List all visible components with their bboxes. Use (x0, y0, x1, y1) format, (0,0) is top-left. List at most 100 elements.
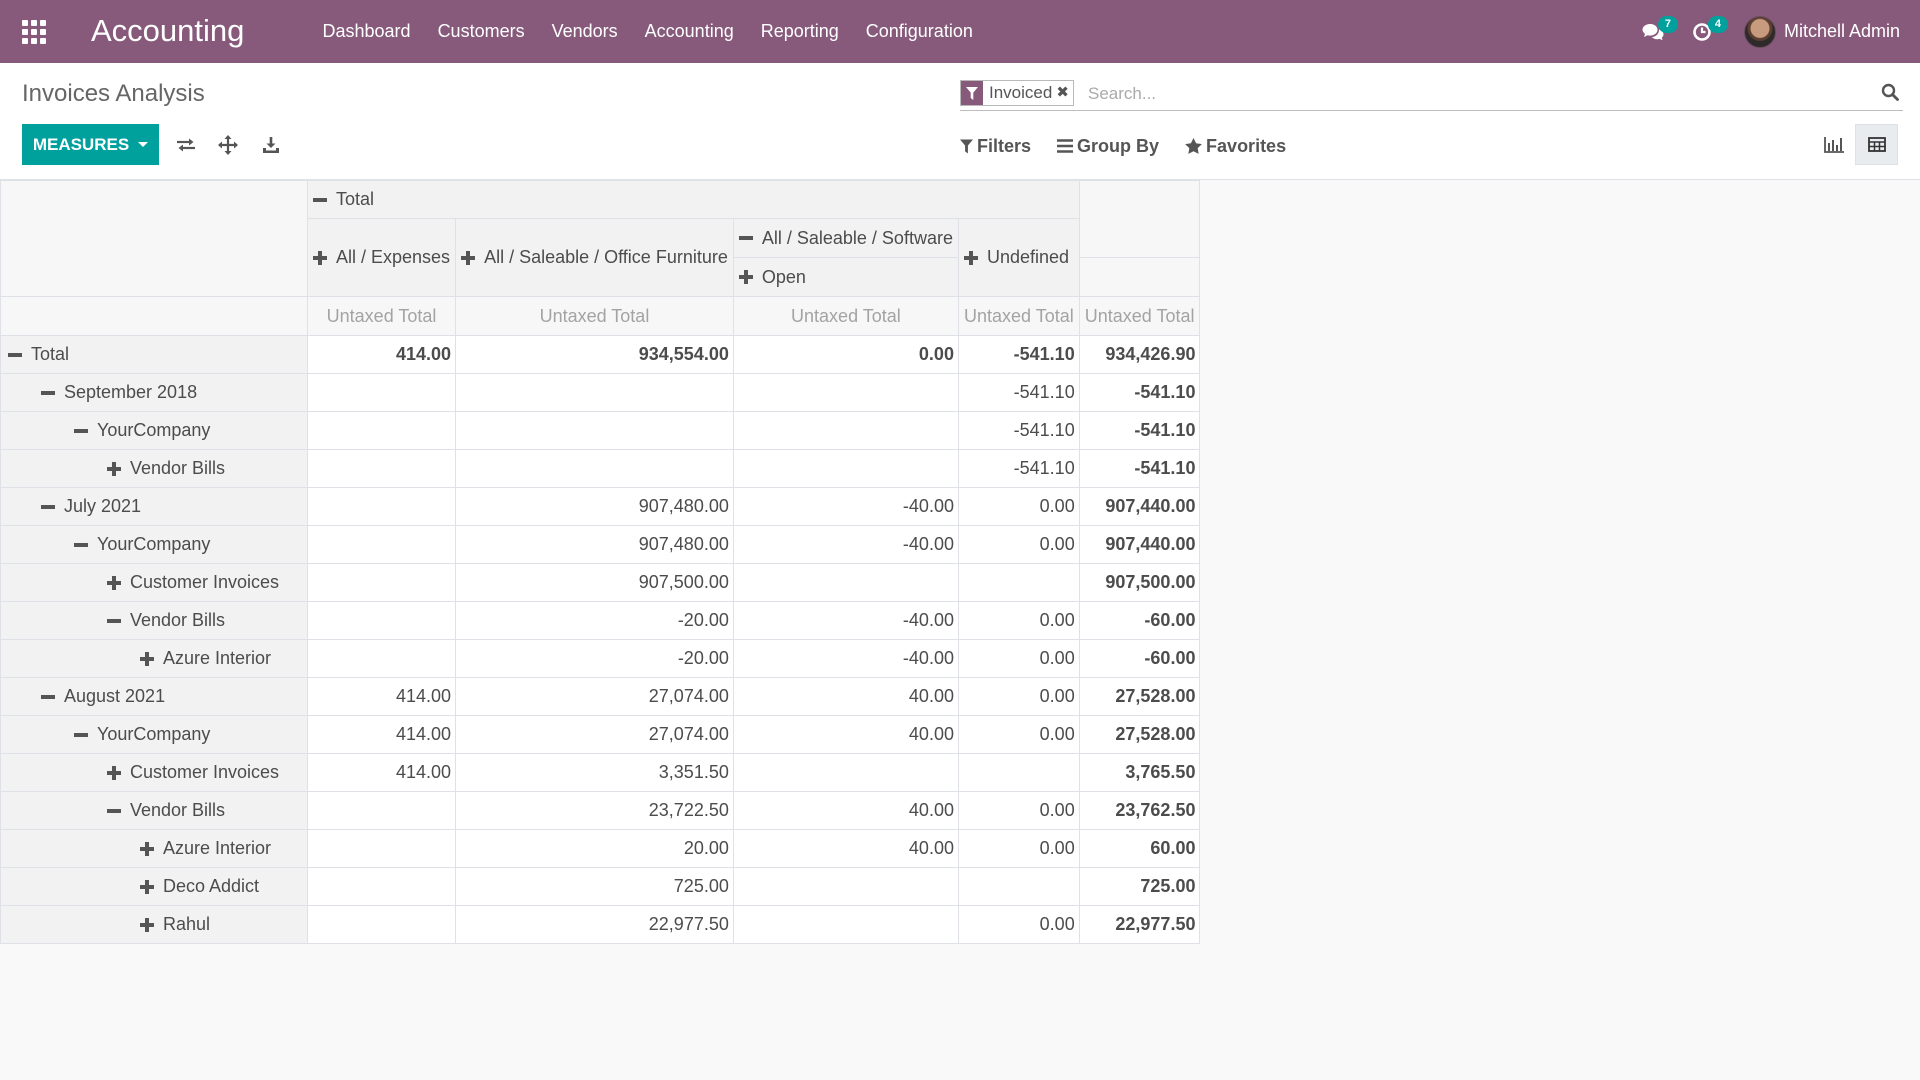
filters-toggle[interactable]: Filters (960, 133, 1031, 159)
measures-button[interactable]: MEASURES (22, 124, 159, 165)
row-header[interactable]: September 2018 (0, 373, 308, 412)
pivot-cell[interactable] (306, 791, 457, 830)
pivot-cell[interactable]: -40.00 (732, 525, 959, 564)
pivot-cell[interactable]: 23,762.50 (1078, 791, 1201, 830)
pivot-cell[interactable]: 0.00 (957, 487, 1080, 526)
row-header[interactable]: July 2021 (0, 487, 308, 526)
expand-all-button[interactable] (214, 132, 242, 158)
col-header-office-furniture[interactable]: All / Saleable / Office Furniture (455, 218, 734, 297)
pivot-cell[interactable]: 0.00 (732, 335, 959, 374)
pivot-cell[interactable] (732, 867, 959, 906)
pivot-cell[interactable]: 40.00 (732, 677, 959, 716)
col-header-expenses[interactable]: All / Expenses (306, 218, 457, 297)
pivot-cell[interactable]: 20.00 (455, 829, 734, 868)
pivot-cell[interactable]: 27,528.00 (1078, 715, 1201, 754)
row-header-toggle[interactable]: Vendor Bills (107, 610, 307, 631)
row-header[interactable]: Deco Addict (0, 867, 308, 906)
pivot-cell[interactable]: 0.00 (957, 677, 1080, 716)
pivot-cell[interactable]: 23,722.50 (455, 791, 734, 830)
pivot-cell[interactable] (306, 487, 457, 526)
pivot-cell[interactable]: -541.10 (957, 449, 1080, 488)
row-header-toggle[interactable]: July 2021 (41, 496, 307, 517)
measure-header[interactable]: Untaxed Total (306, 296, 457, 336)
pivot-cell[interactable]: 27,528.00 (1078, 677, 1201, 716)
pivot-cell[interactable]: 907,480.00 (455, 525, 734, 564)
pivot-cell[interactable] (732, 905, 959, 944)
pivot-cell[interactable]: -541.10 (1078, 373, 1201, 412)
col-header-software-toggle[interactable]: All / Saleable / Software (738, 228, 953, 249)
apps-menu-icon[interactable] (22, 20, 48, 44)
menu-customers[interactable]: Customers (424, 0, 538, 63)
pivot-cell[interactable]: 414.00 (306, 715, 457, 754)
pivot-cell[interactable]: 0.00 (957, 601, 1080, 640)
menu-reporting[interactable]: Reporting (747, 0, 852, 63)
pivot-cell[interactable]: 22,977.50 (455, 905, 734, 944)
row-header-toggle[interactable]: Rahul (140, 914, 307, 935)
pivot-cell[interactable] (306, 449, 457, 488)
pivot-cell[interactable]: 907,480.00 (455, 487, 734, 526)
pivot-cell[interactable]: 22,977.50 (1078, 905, 1201, 944)
pivot-cell[interactable]: 3,351.50 (455, 753, 734, 792)
pivot-cell[interactable] (732, 563, 959, 602)
app-brand[interactable]: Accounting (91, 13, 244, 49)
pivot-cell[interactable]: 414.00 (306, 753, 457, 792)
pivot-cell[interactable]: -541.10 (957, 335, 1080, 374)
pivot-cell[interactable] (732, 373, 959, 412)
pivot-cell[interactable]: 0.00 (957, 791, 1080, 830)
pivot-cell[interactable]: -20.00 (455, 601, 734, 640)
row-header-toggle[interactable]: Azure Interior (140, 838, 307, 859)
col-header-total[interactable]: Total (307, 180, 1080, 219)
pivot-cell[interactable] (957, 867, 1080, 906)
pivot-cell[interactable] (455, 373, 734, 412)
row-header[interactable]: Rahul (0, 905, 308, 944)
pivot-cell[interactable]: -541.10 (957, 373, 1080, 412)
row-header-toggle[interactable]: Customer Invoices (107, 762, 307, 783)
row-header-toggle[interactable]: YourCompany (74, 724, 307, 745)
pivot-cell[interactable]: -541.10 (957, 411, 1080, 450)
pivot-cell[interactable]: 934,554.00 (455, 335, 734, 374)
pivot-cell[interactable] (306, 411, 457, 450)
row-header-toggle[interactable]: August 2021 (41, 686, 307, 707)
pivot-cell[interactable] (957, 753, 1080, 792)
pivot-cell[interactable] (306, 563, 457, 602)
row-header[interactable]: August 2021 (0, 677, 308, 716)
pivot-cell[interactable]: 0.00 (957, 715, 1080, 754)
pivot-cell[interactable]: -40.00 (732, 639, 959, 678)
row-header[interactable]: Azure Interior (0, 639, 308, 678)
col-header-office-furniture-toggle[interactable]: All / Saleable / Office Furniture (461, 247, 728, 268)
pivot-cell[interactable] (455, 411, 734, 450)
search-input[interactable] (1088, 81, 1868, 107)
pivot-cell[interactable]: 934,426.90 (1078, 335, 1201, 374)
messaging-menu[interactable]: 7 (1628, 0, 1678, 63)
row-header-toggle[interactable]: YourCompany (74, 420, 307, 441)
pivot-cell[interactable] (732, 411, 959, 450)
pivot-cell[interactable]: 27,074.00 (455, 715, 734, 754)
pivot-cell[interactable] (306, 829, 457, 868)
row-header[interactable]: Customer Invoices (0, 753, 308, 792)
graph-view-button[interactable] (1812, 124, 1855, 165)
menu-configuration[interactable]: Configuration (852, 0, 986, 63)
row-header[interactable]: Total (0, 335, 308, 374)
row-header-toggle[interactable]: Vendor Bills (107, 800, 307, 821)
pivot-cell[interactable] (306, 639, 457, 678)
row-header[interactable]: Azure Interior (0, 829, 308, 868)
pivot-cell[interactable] (306, 867, 457, 906)
pivot-cell[interactable] (306, 601, 457, 640)
pivot-cell[interactable]: 40.00 (732, 829, 959, 868)
row-header[interactable]: Customer Invoices (0, 563, 308, 602)
pivot-cell[interactable]: 0.00 (957, 905, 1080, 944)
flip-axis-button[interactable] (172, 132, 200, 158)
download-button[interactable] (257, 132, 285, 158)
col-header-open[interactable]: Open (732, 257, 959, 297)
row-header[interactable]: Vendor Bills (0, 601, 308, 640)
facet-remove-icon[interactable]: ✖ (1056, 81, 1073, 105)
pivot-cell[interactable] (306, 905, 457, 944)
pivot-cell[interactable] (732, 753, 959, 792)
row-header[interactable]: Vendor Bills (0, 449, 308, 488)
pivot-cell[interactable] (957, 563, 1080, 602)
pivot-cell[interactable]: 414.00 (306, 335, 457, 374)
pivot-cell[interactable] (306, 525, 457, 564)
col-header-software[interactable]: All / Saleable / Software (732, 218, 959, 258)
menu-vendors[interactable]: Vendors (538, 0, 631, 63)
group-by-toggle[interactable]: Group By (1057, 133, 1159, 159)
